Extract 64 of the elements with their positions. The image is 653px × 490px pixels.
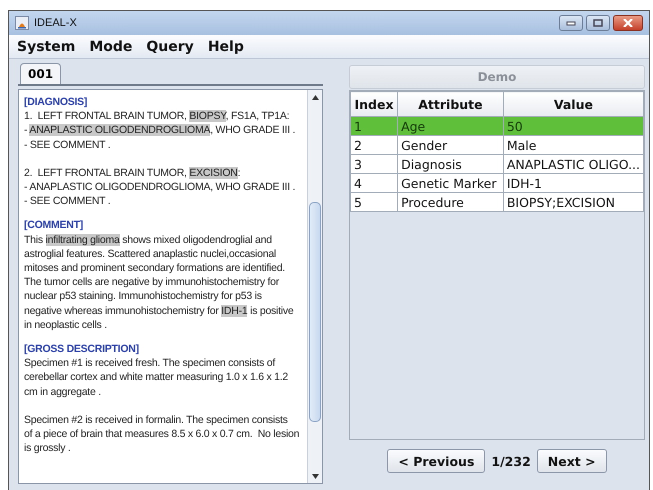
menu-item[interactable]: Query (146, 38, 194, 54)
section-heading: [DIAGNOSIS] (24, 95, 88, 110)
section-heading: [COMMENT] (24, 218, 84, 233)
minimize-icon (566, 20, 576, 26)
report-line: mitoses and prominent secondary formations are identified. (24, 261, 286, 276)
table-cell: Male (503, 136, 644, 154)
report-line: - ANAPLASTIC OLIGODENDROGLIOMA, WHO GRADE III . (24, 123, 296, 138)
table-cell: IDH-1 (503, 174, 644, 192)
report-line: 1. LEFT FRONTAL BRAIN TUMOR, BIOPSY, FS1A, TP1A: (24, 109, 290, 124)
report-line: - SEE COMMENT . (24, 194, 112, 208)
panel-title: Demo (349, 65, 645, 89)
table-cell: BIOPSY;EXCISION (503, 192, 644, 212)
report-line: This infiltrating glioma shows mixed oligodendroglial and (24, 232, 273, 247)
column-header[interactable]: Index (350, 92, 398, 116)
table-cell: 3 (350, 154, 398, 174)
menu-item[interactable]: Mode (89, 38, 132, 54)
table-cell: Genetic Marker (398, 174, 504, 192)
report-line: cm in aggregate . (24, 384, 102, 399)
table-cell: 5 (350, 192, 398, 212)
close-button[interactable] (613, 15, 643, 31)
menu-item[interactable]: System (17, 38, 76, 54)
maximize-icon (593, 19, 603, 27)
tab[interactable]: 001 (20, 63, 62, 84)
report-line: of a piece of brain that measures 8.5 x 6.0 x 0.7 cm. No lesion (24, 427, 300, 442)
report-line: astroglial features. Scattered anaplastic nuclei,occasional (24, 246, 277, 262)
maximize-button[interactable] (586, 15, 610, 31)
report-line: is grossly . (24, 441, 72, 456)
table-row[interactable]: 3 Diagnosis ANAPLASTIC OLIGO... (350, 154, 644, 174)
report-line: nuclear p53 staining. Immunohistochemistry for p53 is (24, 289, 263, 304)
table-cell: 2 (350, 136, 398, 154)
next-button[interactable]: Next > (536, 449, 607, 473)
vertical-scrollbar[interactable] (307, 90, 322, 483)
report-line: negative whereas immunohistochemistry for IDH-1 is positive (24, 304, 294, 318)
table-cell: 50 (503, 116, 644, 136)
table-row[interactable]: 4 Genetic Marker IDH-1 (350, 174, 644, 192)
report-line: Specimen #1 is received fresh. The specimen consists of (24, 356, 276, 370)
minimize-button[interactable] (559, 15, 583, 31)
section-heading: [GROSS DESCRIPTION] (24, 342, 140, 356)
table-cell: Diagnosis (398, 154, 504, 174)
previous-button[interactable]: < Previous (387, 449, 486, 473)
report-line: Specimen #2 is received in formalin. The specimen consists (24, 412, 289, 428)
table-cell: 1 (350, 116, 398, 136)
table-cell: Gender (398, 136, 504, 154)
report-line: cerebellar cortex and white matter measuring 1.0 x 1.6 x 1.2 (24, 370, 289, 385)
table-cell: 4 (350, 174, 398, 192)
app-icon (15, 16, 29, 30)
menu-item[interactable]: Help (208, 38, 244, 54)
window-title: IDEAL-X (34, 17, 77, 29)
column-header[interactable]: Attribute (398, 92, 504, 116)
scroll-thumb[interactable] (309, 202, 321, 422)
report-line: in neoplastic cells . (24, 318, 108, 332)
report-line: 2. LEFT FRONTAL BRAIN TUMOR, EXCISION: (24, 166, 242, 180)
report-line: - SEE COMMENT . (24, 138, 112, 152)
table-row[interactable]: 5 Procedure BIOPSY;EXCISION (350, 192, 644, 212)
table-cell: Procedure (398, 192, 504, 212)
table-cell: Age (398, 116, 504, 136)
column-header[interactable]: Value (503, 92, 644, 116)
table-row[interactable]: 1 Age 50 (350, 116, 644, 136)
table-row[interactable]: 2 Gender Male (350, 136, 644, 154)
report-line: - ANAPLASTIC OLIGODENDROGLIOMA, WHO GRADE III . (24, 180, 296, 194)
table-cell: ANAPLASTIC OLIGO... (503, 154, 644, 174)
report-line: The tumor cells are negative by immunohistochemistry for (24, 275, 280, 290)
page-counter: 1/232 (491, 454, 531, 468)
close-icon (623, 19, 633, 27)
